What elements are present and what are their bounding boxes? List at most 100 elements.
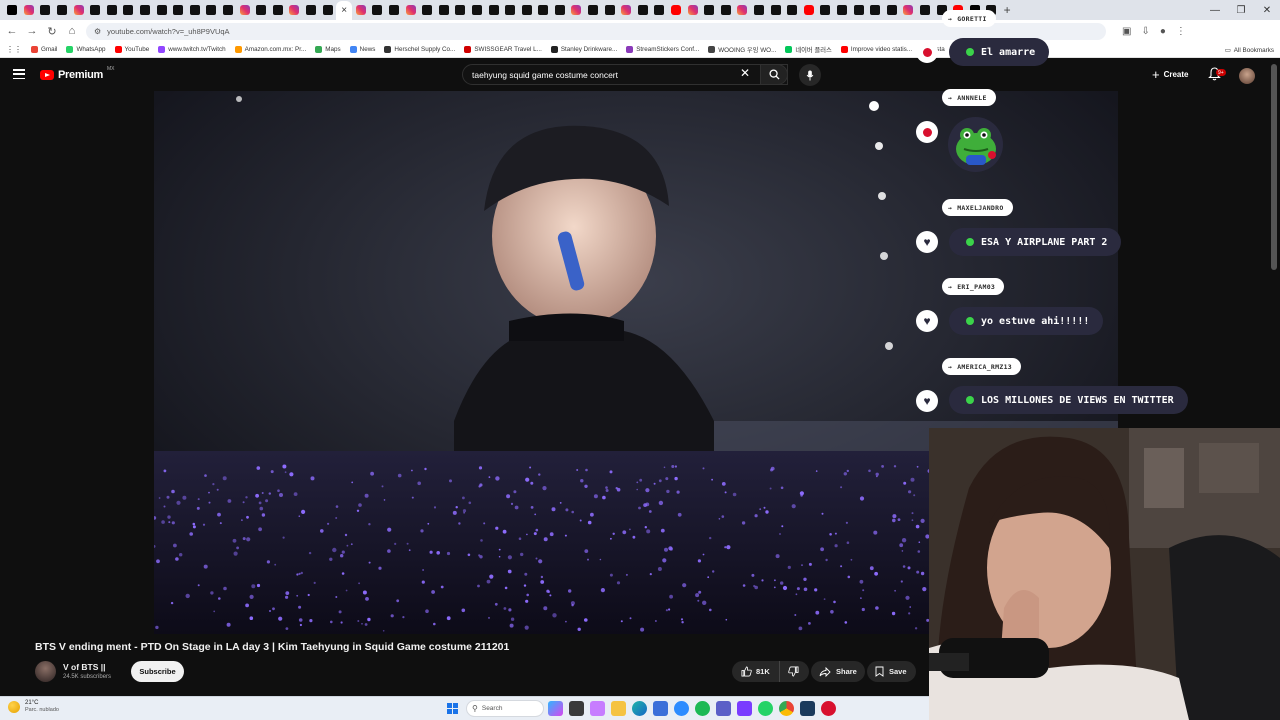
subscribe-button[interactable]: Subscribe xyxy=(131,661,184,682)
bookmark-item[interactable]: www.twitch.tv/Twitch xyxy=(158,46,226,53)
browser-tab[interactable] xyxy=(153,2,170,18)
site-info-icon[interactable]: ⚙ xyxy=(94,27,101,36)
browser-tab[interactable] xyxy=(552,2,569,18)
back-icon[interactable]: ← xyxy=(6,25,18,37)
browser-tab[interactable] xyxy=(187,2,204,18)
browser-tab[interactable] xyxy=(21,2,38,18)
home-icon[interactable]: ⌂ xyxy=(66,25,78,37)
next-app-icon[interactable] xyxy=(737,701,752,716)
weather-widget[interactable]: 21°C Parc. nublado xyxy=(8,700,59,714)
app-icon-red[interactable] xyxy=(821,701,836,716)
browser-tab[interactable] xyxy=(70,2,87,18)
voice-search-button[interactable] xyxy=(799,64,821,86)
bookmark-item[interactable]: Improve video statis... xyxy=(840,46,912,53)
widgets-icon[interactable] xyxy=(590,701,605,716)
teams-icon[interactable] xyxy=(716,701,731,716)
browser-tab[interactable] xyxy=(452,2,469,18)
dislike-button[interactable] xyxy=(780,666,807,677)
browser-tab[interactable] xyxy=(734,2,751,18)
browser-tab[interactable] xyxy=(635,2,652,18)
browser-tab[interactable] xyxy=(900,2,917,18)
browser-tab[interactable] xyxy=(220,2,237,18)
browser-tab[interactable] xyxy=(651,2,668,18)
channel-avatar[interactable] xyxy=(35,661,56,682)
browser-tab[interactable] xyxy=(917,2,934,18)
bookmark-item[interactable]: WOOING 우잉 WO... xyxy=(708,45,776,54)
browser-tab[interactable] xyxy=(585,2,602,18)
browser-tab[interactable] xyxy=(87,2,104,18)
copilot-icon[interactable] xyxy=(548,701,563,716)
browser-tab[interactable] xyxy=(801,2,818,18)
browser-tab[interactable] xyxy=(319,2,336,18)
browser-tab[interactable] xyxy=(718,2,735,18)
bookmark-item[interactable]: Amazon.com.mx: Pr... xyxy=(234,46,306,53)
search-button[interactable] xyxy=(760,64,788,85)
browser-tab[interactable] xyxy=(817,2,834,18)
whatsapp-icon[interactable] xyxy=(758,701,773,716)
edge-icon[interactable] xyxy=(632,701,647,716)
all-bookmarks-button[interactable]: ▭ All Bookmarks xyxy=(1218,42,1274,57)
bookmark-item[interactable]: SWISSGEAR Travel L... xyxy=(464,46,542,53)
browser-tab[interactable] xyxy=(518,2,535,18)
clear-search-icon[interactable]: ✕ xyxy=(740,66,750,80)
menu-icon[interactable] xyxy=(13,69,25,79)
bookmark-item[interactable]: News xyxy=(349,46,375,53)
spotify-icon[interactable] xyxy=(695,701,710,716)
browser-tab[interactable] xyxy=(419,2,436,18)
browser-tab[interactable] xyxy=(253,2,270,18)
browser-tab[interactable] xyxy=(618,2,635,18)
browser-tab[interactable] xyxy=(883,2,900,18)
browser-tab[interactable] xyxy=(369,2,386,18)
browser-tab[interactable] xyxy=(601,2,618,18)
reload-icon[interactable]: ↻ xyxy=(46,25,58,38)
browser-tab[interactable] xyxy=(137,2,154,18)
browser-tab[interactable] xyxy=(120,2,137,18)
browser-tab[interactable] xyxy=(54,2,71,18)
forward-icon[interactable]: → xyxy=(26,25,38,37)
downloads-icon[interactable]: ⇩ xyxy=(1141,26,1149,37)
browser-tab[interactable] xyxy=(402,2,419,18)
zoom-icon[interactable] xyxy=(674,701,689,716)
browser-tab[interactable] xyxy=(684,2,701,18)
browser-tab[interactable] xyxy=(784,2,801,18)
browser-tab[interactable] xyxy=(386,2,403,18)
bookmark-item[interactable]: Maps xyxy=(315,46,341,53)
close-window-button[interactable]: ✕ xyxy=(1254,0,1280,20)
browser-tab[interactable] xyxy=(435,2,452,18)
avatar[interactable] xyxy=(1239,68,1255,84)
browser-tab[interactable] xyxy=(170,2,187,18)
extensions-icon[interactable]: ▣ xyxy=(1122,26,1131,37)
like-button[interactable]: 81K xyxy=(732,661,780,682)
browser-tab[interactable] xyxy=(834,2,851,18)
more-menu-icon[interactable]: ⋮ xyxy=(1176,26,1186,37)
save-button[interactable]: Save xyxy=(867,661,916,682)
browser-tab[interactable] xyxy=(850,2,867,18)
file-explorer-icon[interactable] xyxy=(611,701,626,716)
browser-tab[interactable] xyxy=(236,2,253,18)
browser-tab[interactable] xyxy=(701,2,718,18)
browser-tab[interactable] xyxy=(867,2,884,18)
browser-tab[interactable] xyxy=(751,2,768,18)
bookmark-item[interactable]: 네이버 플러스 xyxy=(785,45,832,54)
page-scrollbar[interactable] xyxy=(1271,64,1277,270)
create-button[interactable]: + Create xyxy=(1152,66,1189,83)
maximize-button[interactable]: ❐ xyxy=(1228,0,1254,20)
browser-tab[interactable] xyxy=(203,2,220,18)
browser-tab[interactable] xyxy=(4,2,21,18)
new-tab-button[interactable]: + xyxy=(1004,3,1011,17)
bookmark-item[interactable]: Herschel Supply Co... xyxy=(384,46,455,53)
channel-name[interactable]: V of BTS || xyxy=(63,662,106,672)
browser-tab[interactable] xyxy=(37,2,54,18)
bookmark-item[interactable]: YouTube xyxy=(114,46,149,53)
app-icon[interactable] xyxy=(800,701,815,716)
browser-tab[interactable] xyxy=(270,2,287,18)
share-button[interactable]: Share xyxy=(811,661,865,682)
task-view-icon[interactable] xyxy=(569,701,584,716)
profile-menu-icon[interactable]: ● xyxy=(1160,26,1166,37)
apps-icon[interactable]: ⋮⋮ xyxy=(6,45,22,54)
windows-start-icon[interactable] xyxy=(447,703,458,714)
taskbar-search[interactable]: ⚲ Search xyxy=(466,700,544,717)
browser-tab[interactable] xyxy=(303,2,320,18)
browser-tab[interactable] xyxy=(568,2,585,18)
bookmark-item[interactable]: Stanley Drinkware... xyxy=(550,46,617,53)
